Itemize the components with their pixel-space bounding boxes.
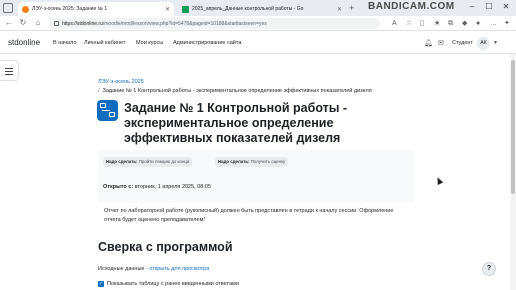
checkbox-checked-icon[interactable]: ✓: [98, 281, 104, 287]
collections-icon[interactable]: ⧉: [448, 19, 453, 28]
completion-badge: Надо сделать: Пройти лекцию до конца: [103, 157, 193, 167]
maximize-icon[interactable]: ☐: [481, 1, 497, 13]
minimize-icon[interactable]: –: [464, 1, 480, 13]
messages-icon[interactable]: ✉: [438, 39, 444, 47]
more-menu-icon[interactable]: …: [490, 19, 497, 28]
read-aloud-icon[interactable]: A: [392, 19, 397, 28]
site-navbar: stdonline В начало Личный кабинет Мои ку…: [0, 32, 516, 54]
url-text: https://stdonline.ru/moodle/mod/lesson/v…: [62, 20, 267, 27]
avatar[interactable]: АК: [477, 37, 490, 50]
favorite-star-icon[interactable]: ☆: [406, 19, 412, 28]
lesson-icon: [97, 100, 118, 121]
copilot-icon[interactable]: ✦: [504, 19, 510, 28]
activity-info-box: Надо сделать: Пройти лекцию до конца Над…: [98, 150, 414, 203]
lesson-description: Отчет по лабораторной работе (рукописный…: [104, 208, 394, 223]
help-button[interactable]: ?: [482, 262, 496, 276]
section-heading: Сверка с программой: [98, 240, 233, 254]
page-scrollbar[interactable]: [510, 54, 516, 290]
open-source-link[interactable]: открыть для просмотра: [149, 266, 209, 272]
nav-dashboard[interactable]: Личный кабинет: [84, 40, 125, 46]
breadcrumb-current: Задание № 1 Контрольной работы - экспери…: [102, 88, 372, 94]
checkbox-label: Показывать таблицу с ранее введенными от…: [107, 281, 239, 287]
mouse-cursor-icon: [434, 176, 444, 185]
site-brand[interactable]: stdonline: [8, 38, 40, 47]
favorites-icon[interactable]: ★: [434, 19, 440, 28]
close-window-icon[interactable]: ✕: [498, 1, 514, 13]
source-data-line: Исходные данные - открыть для просмотра: [98, 266, 210, 272]
extensions-icon[interactable]: ◆: [462, 19, 467, 28]
show-previous-answers-checkbox[interactable]: ✓ Показывать таблицу с ранее введенными …: [98, 281, 239, 287]
split-screen-icon[interactable]: ▯: [420, 19, 424, 28]
home-icon[interactable]: ⌂: [33, 18, 43, 28]
recorder-watermark: BANDICAM.COM: [368, 1, 455, 12]
browser-tab[interactable]: 2025_апрель_Данные контрольной работы - …: [178, 2, 346, 16]
nav-site-admin[interactable]: Администрирование сайта: [173, 40, 241, 46]
window-menu-icon[interactable]: [3, 3, 13, 13]
close-tab-icon[interactable]: ✕: [165, 6, 170, 13]
browser-tab-strip: ЛЭУ-з-осень 2025: Задание № 1 ✕ 2025_апр…: [0, 0, 516, 16]
address-bar[interactable]: https://stdonline.ru/moodle/mod/lesson/v…: [50, 18, 380, 29]
breadcrumb: / Задание № 1 Контрольной работы - экспер…: [98, 88, 372, 94]
nav-my-courses[interactable]: Мои курсы: [136, 40, 163, 46]
breadcrumb-separator: /: [98, 88, 100, 94]
lock-icon: [54, 21, 59, 26]
course-index-toggle[interactable]: [0, 60, 19, 81]
reload-icon[interactable]: ↻: [18, 18, 28, 28]
browser-toolbar: ← ↻ ⌂ https://stdonline.ru/moodle/mod/le…: [0, 16, 516, 31]
sheets-favicon-icon: [182, 5, 189, 13]
page-title: Задание № 1 Контрольной работы - экспери…: [124, 101, 348, 145]
new-tab-button[interactable]: +: [349, 2, 354, 14]
close-tab-icon[interactable]: ✕: [337, 6, 342, 13]
moodle-favicon-icon: [22, 5, 29, 13]
back-icon[interactable]: ←: [4, 18, 14, 28]
profile-icon[interactable]: ●: [476, 19, 480, 28]
user-role: Студент: [452, 40, 473, 46]
scrollbar-thumb[interactable]: [511, 60, 515, 194]
menu-icon: [5, 68, 13, 75]
completion-badge: Надо сделать: Получить оценку: [215, 157, 289, 167]
tab-title: 2025_апрель_Данные контрольной работы - …: [192, 6, 304, 12]
chevron-down-icon[interactable]: ▼: [493, 40, 498, 46]
nav-home[interactable]: В начало: [53, 40, 76, 46]
notifications-bell-icon[interactable]: 🔔︎: [424, 39, 433, 47]
tab-title: ЛЭУ-з-осень 2025: Задание № 1: [32, 6, 108, 12]
breadcrumb-course[interactable]: ЛЭУ-з-осень 2025: [98, 79, 144, 85]
browser-tab-active[interactable]: ЛЭУ-з-осень 2025: Задание № 1 ✕: [18, 2, 174, 16]
open-date: Открыто с: вторник, 1 апреля 2025, 08:05: [103, 184, 211, 190]
